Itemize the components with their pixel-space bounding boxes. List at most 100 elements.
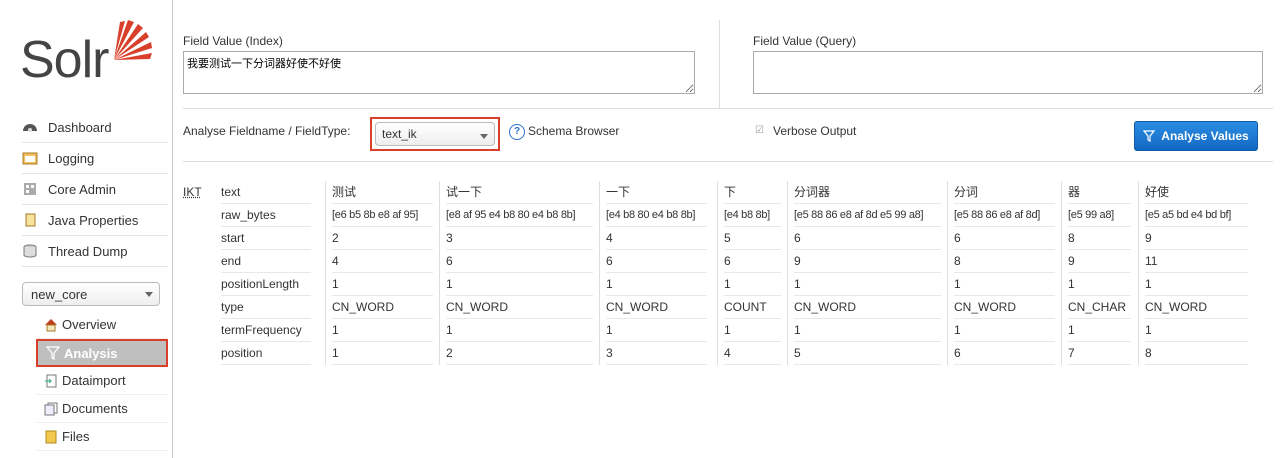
thread-dump-icon <box>22 244 40 258</box>
token-raw-bytes: [e4 b8 80 e4 b8 8b] <box>606 204 707 227</box>
core-nav-dataimport[interactable]: Dataimport <box>36 367 168 395</box>
token-raw-bytes: [e5 88 86 e8 af 8d e5 99 a8] <box>794 204 941 227</box>
token-start: 3 <box>446 227 593 250</box>
logo-text: Solr <box>20 31 109 89</box>
token-term-frequency: 1 <box>724 319 781 342</box>
core-nav-overview[interactable]: Overview <box>36 311 168 339</box>
core-selector[interactable]: new_core <box>22 282 160 306</box>
index-field-input[interactable]: 我要测试一下分词器好使不好使 <box>183 51 695 94</box>
token-position: 6 <box>954 342 1055 365</box>
token-end: 9 <box>1068 250 1131 273</box>
query-field-label: Field Value (Query) <box>753 34 857 48</box>
tokenizer-abbr[interactable]: IKT <box>183 185 202 199</box>
logging-icon <box>22 151 40 165</box>
token-start: 4 <box>606 227 707 250</box>
core-nav-documents[interactable]: Documents <box>36 395 168 423</box>
checkbox-checked-icon[interactable]: ☑ <box>755 126 765 136</box>
token-position-length: 1 <box>724 273 781 296</box>
token-text: 好使 <box>1145 181 1248 204</box>
token-position-length: 1 <box>954 273 1055 296</box>
fieldtype-select[interactable]: text_ik <box>375 122 495 146</box>
row-label-term-frequency: termFrequency <box>221 319 311 342</box>
home-icon <box>44 318 58 332</box>
core-nav-label: Overview <box>62 317 117 332</box>
index-field-label: Field Value (Index) <box>183 34 283 48</box>
token-position: 4 <box>724 342 781 365</box>
token-position: 3 <box>606 342 707 365</box>
token-term-frequency: 1 <box>794 319 941 342</box>
nav-logging[interactable]: Logging <box>22 143 168 174</box>
token-raw-bytes: [e6 b5 8b e8 af 95] <box>332 204 433 227</box>
token-column: 一下 [e4 b8 80 e4 b8 8b] 4 6 1 CN_WORD 1 3 <box>599 181 707 365</box>
token-position: 2 <box>446 342 593 365</box>
help-icon[interactable]: ? <box>509 124 525 140</box>
token-text: 下 <box>724 181 781 204</box>
token-position: 7 <box>1068 342 1131 365</box>
row-label-position-length: positionLength <box>221 273 311 296</box>
token-position-length: 1 <box>446 273 593 296</box>
core-nav-label: Analysis <box>64 345 118 361</box>
core-nav-label: Dataimport <box>62 373 126 388</box>
core-nav-files[interactable]: Files <box>36 423 168 451</box>
token-position: 8 <box>1145 342 1248 365</box>
token-text: 一下 <box>606 181 707 204</box>
core-nav: Overview Analysis Dataimport Documents F… <box>36 311 168 451</box>
verbose-output-label: Verbose Output <box>773 124 857 138</box>
token-column: 试一下 [e8 af 95 e4 b8 80 e4 b8 8b] 3 6 1 C… <box>439 181 593 365</box>
nav-label: Logging <box>48 150 95 166</box>
core-selector-value: new_core <box>31 286 88 302</box>
token-column: 测试 [e6 b5 8b e8 af 95] 2 4 1 CN_WORD 1 1 <box>325 181 433 365</box>
token-type: CN_WORD <box>954 296 1055 319</box>
nav-java-properties[interactable]: Java Properties <box>22 205 168 236</box>
nav-label: Java Properties <box>48 212 139 228</box>
verbose-output-toggle[interactable]: ☑ Verbose Output <box>755 124 856 138</box>
token-column: 分词器 [e5 88 86 e8 af 8d e5 99 a8] 6 9 1 C… <box>787 181 941 365</box>
token-type: CN_WORD <box>1145 296 1248 319</box>
token-column: 分词 [e5 88 86 e8 af 8d] 6 8 1 CN_WORD 1 6 <box>947 181 1055 365</box>
token-position: 5 <box>794 342 941 365</box>
chevron-down-icon <box>145 292 153 297</box>
token-end: 6 <box>724 250 781 273</box>
row-label-type: type <box>221 296 311 319</box>
analyse-values-label: Analyse Values <box>1161 129 1249 143</box>
core-nav-label: Documents <box>62 401 128 416</box>
row-label-position: position <box>221 342 311 365</box>
token-raw-bytes: [e8 af 95 e4 b8 80 e4 b8 8b] <box>446 204 593 227</box>
token-start: 2 <box>332 227 433 250</box>
token-end: 11 <box>1145 250 1248 273</box>
nav-thread-dump[interactable]: Thread Dump <box>22 236 168 267</box>
core-nav-label: Files <box>62 429 90 444</box>
token-raw-bytes: [e5 99 a8] <box>1068 204 1131 227</box>
divider <box>183 108 1273 109</box>
query-field-input[interactable] <box>753 51 1263 94</box>
filter-icon <box>1143 130 1156 142</box>
schema-browser-link[interactable]: Schema Browser <box>528 124 619 138</box>
token-term-frequency: 1 <box>606 319 707 342</box>
chevron-down-icon <box>480 134 488 139</box>
token-raw-bytes: [e4 b8 8b] <box>724 204 781 227</box>
analyse-values-button[interactable]: Analyse Values <box>1134 121 1258 151</box>
token-start: 6 <box>794 227 941 250</box>
token-type: CN_CHAR <box>1068 296 1131 319</box>
token-end: 6 <box>606 250 707 273</box>
nav-label: Dashboard <box>48 119 112 135</box>
token-term-frequency: 1 <box>1068 319 1131 342</box>
token-type: COUNT <box>724 296 781 319</box>
filter-icon <box>45 346 61 360</box>
token-position-length: 1 <box>606 273 707 296</box>
nav-label: Thread Dump <box>48 243 128 259</box>
token-text: 分词器 <box>794 181 941 204</box>
core-nav-analysis[interactable]: Analysis <box>36 339 168 367</box>
token-end: 6 <box>446 250 593 273</box>
token-text: 测试 <box>332 181 433 204</box>
token-start: 9 <box>1145 227 1248 250</box>
token-start: 8 <box>1068 227 1131 250</box>
nav-dashboard[interactable]: Dashboard <box>22 112 168 143</box>
solr-logo[interactable]: Solr <box>20 18 160 98</box>
token-column: 好使 [e5 a5 bd e4 bd bf] 9 11 1 CN_WORD 1 … <box>1138 181 1248 365</box>
token-type: CN_WORD <box>332 296 433 319</box>
token-end: 9 <box>794 250 941 273</box>
nav-core-admin[interactable]: Core Admin <box>22 174 168 205</box>
token-start: 5 <box>724 227 781 250</box>
solr-sun-icon <box>114 20 152 60</box>
